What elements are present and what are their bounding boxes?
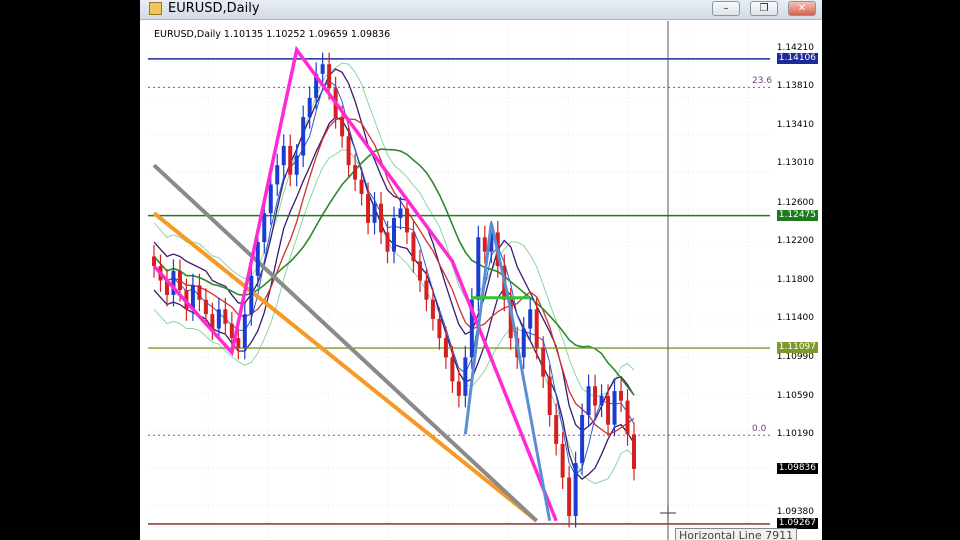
- candle-body: [567, 477, 572, 516]
- candle-body: [599, 395, 604, 406]
- candle-body: [203, 299, 208, 315]
- candle-body: [430, 299, 435, 319]
- candle-body: [346, 136, 351, 166]
- candle-body: [417, 261, 422, 281]
- candle-body: [210, 314, 215, 329]
- price-level-tag: 1.14106: [776, 52, 818, 64]
- candle-body: [249, 275, 254, 315]
- candle-body: [320, 64, 325, 74]
- candle-body: [307, 97, 312, 118]
- candle-body: [560, 443, 565, 478]
- candle-body: [476, 237, 481, 300]
- window-title: EURUSD,Daily: [168, 1, 260, 16]
- price-tick-label: 1.12200: [776, 236, 814, 247]
- price-tick-label: 1.11800: [776, 274, 814, 285]
- price-level-tag: 1.12475: [776, 209, 818, 221]
- window-titlebar[interactable]: EURUSD,Daily – ❐ ✕: [140, 0, 822, 20]
- candle-body: [353, 165, 358, 180]
- trend-line: [152, 163, 538, 523]
- close-button[interactable]: ✕: [788, 1, 816, 16]
- price-tick-label: 1.09380: [776, 507, 814, 518]
- candle-body: [327, 64, 332, 89]
- candle-body: [534, 309, 539, 348]
- price-tick-label: 1.13410: [776, 119, 814, 130]
- crosshair-cursor-icon: [660, 505, 676, 521]
- candle-body: [547, 376, 552, 416]
- price-tick-label: 1.12600: [776, 197, 814, 208]
- candle-body: [612, 391, 617, 425]
- candle-body: [528, 309, 533, 329]
- candle-body: [152, 256, 156, 267]
- candle-body: [288, 145, 293, 175]
- candle-body: [482, 237, 487, 252]
- candle-body: [463, 357, 468, 396]
- fibonacci-label: 23.6: [752, 76, 773, 87]
- horizontal-line-tooltip: Horizontal Line 7911: [675, 528, 798, 540]
- candle-body: [301, 117, 306, 156]
- candle-body: [379, 203, 384, 233]
- candle-body: [385, 232, 390, 252]
- candle-body: [424, 280, 429, 300]
- price-chart[interactable]: [148, 21, 770, 540]
- candle-body: [294, 155, 299, 175]
- chart-app-icon: [149, 2, 162, 15]
- candle-body: [554, 415, 559, 444]
- candle-body: [236, 338, 241, 348]
- price-tick-label: 1.10190: [776, 429, 814, 440]
- price-tick-label: 1.11400: [776, 312, 814, 323]
- candle-body: [411, 232, 416, 262]
- candle-body: [580, 415, 585, 464]
- candle-body: [632, 434, 636, 469]
- price-tick-label: 1.13810: [776, 81, 814, 92]
- candle-body: [262, 213, 267, 243]
- minimize-button[interactable]: –: [712, 1, 740, 16]
- candle-body: [398, 208, 403, 219]
- candle-body: [275, 165, 280, 185]
- candle-body: [223, 309, 228, 324]
- price-tick-label: 1.10990: [776, 352, 814, 363]
- candle-body: [443, 338, 448, 358]
- candle-body: [268, 184, 273, 214]
- price-tick-label: 1.14210: [776, 42, 814, 53]
- candle-body: [340, 117, 345, 137]
- candle-body: [216, 309, 221, 329]
- candle-body: [521, 328, 526, 358]
- chart-window: EURUSD,Daily – ❐ ✕ EURUSD,Daily 1.10135 …: [140, 0, 822, 540]
- candle-body: [573, 463, 578, 516]
- candle-body: [619, 391, 624, 401]
- price-level-tag: 1.11097: [776, 342, 818, 354]
- restore-button[interactable]: ❐: [750, 1, 778, 16]
- candle-body: [541, 347, 546, 377]
- candle-body: [437, 318, 442, 339]
- price-tick-label: 1.10590: [776, 390, 814, 401]
- candle-body: [404, 208, 409, 233]
- candle-body: [586, 386, 591, 416]
- candle-body: [255, 242, 260, 276]
- candle-body: [606, 395, 611, 425]
- candle-body: [197, 285, 202, 300]
- symbol-info-line: EURUSD,Daily 1.10135 1.10252 1.09659 1.0…: [154, 29, 391, 40]
- candle-body: [366, 194, 371, 223]
- candle-body: [177, 270, 182, 291]
- candle-body: [450, 357, 455, 382]
- candle-body: [456, 381, 461, 396]
- candle-body: [392, 218, 396, 252]
- candle-body: [242, 314, 247, 348]
- candle-body: [625, 400, 630, 435]
- price-level-tag: 1.09836: [776, 463, 818, 475]
- candle-body: [281, 145, 286, 166]
- candle-body: [593, 386, 598, 406]
- candle-body: [359, 179, 364, 194]
- candle-body: [229, 323, 234, 339]
- fibonacci-label: 0.0: [752, 424, 767, 435]
- candle-body: [372, 203, 377, 223]
- price-tick-label: 1.13010: [776, 158, 814, 169]
